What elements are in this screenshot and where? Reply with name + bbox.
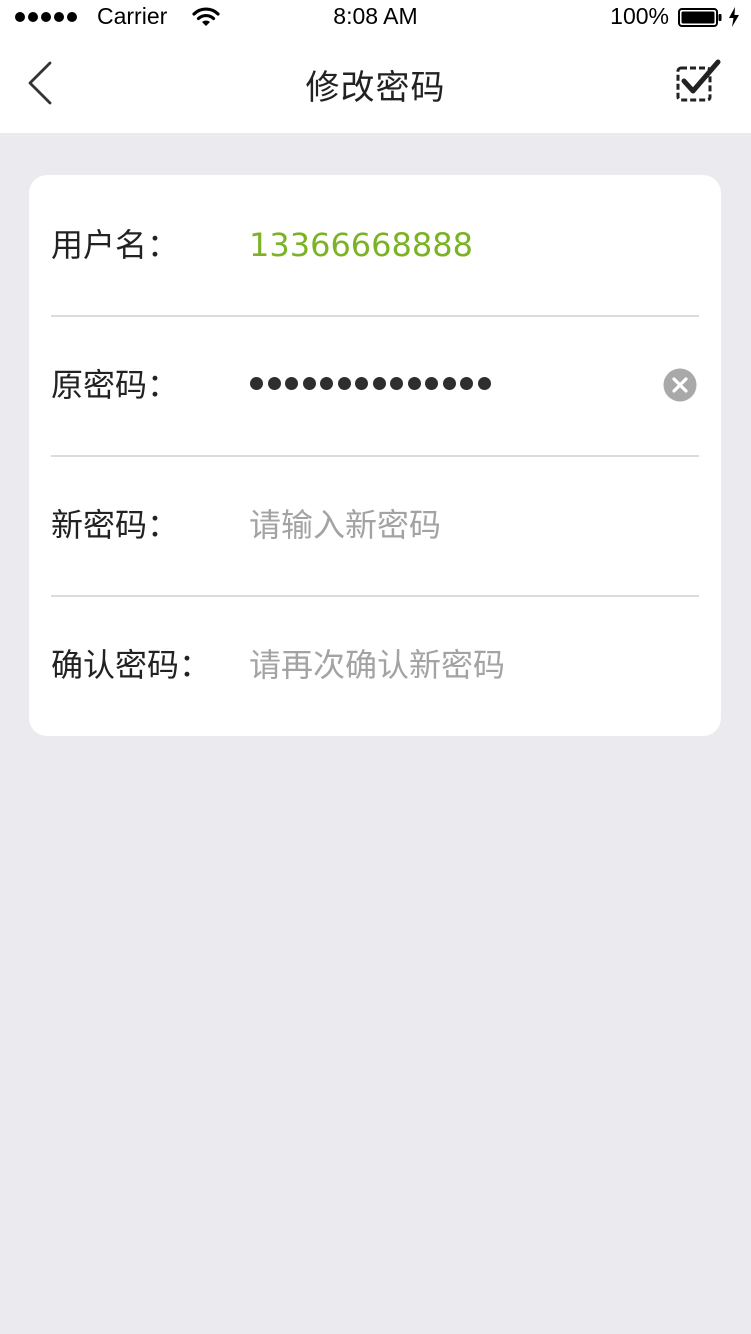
clear-circle-icon[interactable] <box>663 368 697 402</box>
new-password-label: 新密码： <box>51 506 180 544</box>
password-mask-dot <box>250 377 263 390</box>
password-form-card: 用户名： 13366668888 原密码： 新密码： 请输入新密码 确认密码： … <box>29 175 721 736</box>
password-mask-dot <box>355 377 368 390</box>
battery-percent: 100% <box>610 3 669 29</box>
battery-icon <box>678 8 722 27</box>
password-mask-dot <box>477 377 491 390</box>
password-mask-dot <box>285 377 298 390</box>
confirm-password-input[interactable]: 请再次确认新密码 <box>249 595 505 735</box>
username-label: 用户名： <box>51 226 180 264</box>
password-mask-dot <box>267 377 281 390</box>
confirm-password-label: 确认密码： <box>51 646 212 684</box>
password-mask-dot <box>390 377 403 390</box>
password-mask-dot <box>302 377 316 390</box>
top-bar: Carrier 8:08 AM 100% 修改密码 <box>0 0 751 133</box>
confirm-password-row[interactable]: 确认密码： 请再次确认新密码 <box>29 595 721 735</box>
password-mask-dot <box>425 377 438 390</box>
old-password-field[interactable] <box>250 377 491 390</box>
password-mask-dot <box>442 377 456 390</box>
charging-bolt-icon <box>729 7 739 27</box>
page-title: 修改密码 <box>305 68 446 108</box>
status-bar: Carrier 8:08 AM 100% <box>0 0 751 34</box>
username-row: 用户名： 13366668888 <box>29 175 721 315</box>
password-mask-dot <box>337 377 351 390</box>
password-mask-dot <box>407 377 421 390</box>
new-password-row[interactable]: 新密码： 请输入新密码 <box>29 455 721 595</box>
checkbox-checked-icon[interactable] <box>670 58 724 106</box>
password-mask-dot <box>460 377 473 390</box>
old-password-row[interactable]: 原密码： <box>29 315 721 455</box>
password-mask-dot <box>320 377 333 390</box>
old-password-label: 原密码： <box>51 366 180 404</box>
password-mask-dot <box>372 377 386 390</box>
new-password-input[interactable]: 请输入新密码 <box>249 455 441 595</box>
username-value: 13366668888 <box>249 226 473 264</box>
